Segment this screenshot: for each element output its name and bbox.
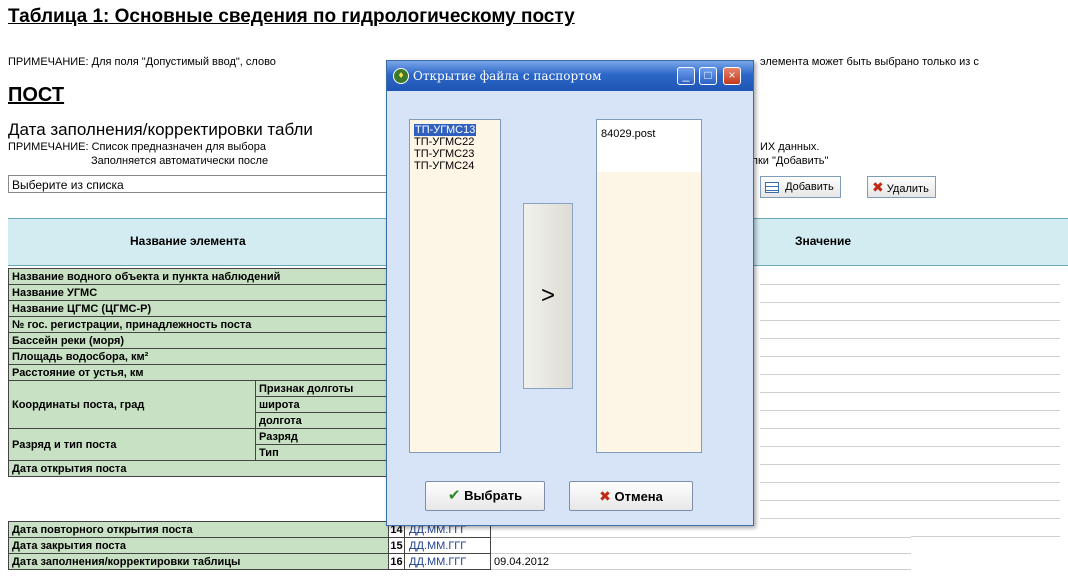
table-row: Площадь водосбора, км² [8, 348, 389, 365]
header-element-name: Название элемента [130, 234, 246, 248]
section-title: ПОСТ [8, 84, 65, 106]
note-2-left: ПРИМЕЧАНИЕ: Список предназначен для выбо… [8, 140, 268, 168]
value-cell[interactable]: 09.04.2012 [490, 553, 911, 570]
sub-label: Тип [255, 444, 389, 461]
table-row: Расстояние от устья, км [8, 364, 389, 381]
add-button-label: Добавить [785, 181, 834, 193]
table-row: Название УГМС [8, 284, 389, 301]
row-line [760, 302, 1060, 303]
note-2-line-1: ПРИМЕЧАНИЕ: Список предназначен для выбо… [8, 141, 266, 153]
row-line [760, 500, 1060, 501]
add-row-icon [765, 181, 779, 193]
add-button[interactable]: Добавить [760, 176, 841, 198]
row-line [760, 374, 1060, 375]
date-format-cell[interactable]: ДД.ММ.ГГГ [404, 553, 491, 570]
minimize-button[interactable]: _ [677, 67, 695, 85]
row-number: 15 [388, 537, 405, 554]
cancel-button-label: Отмена [614, 489, 663, 504]
list-item[interactable]: ТП-УГМС13 [414, 124, 477, 136]
delete-button[interactable]: ✖ Удалить [867, 176, 936, 198]
list-item[interactable]: ТП-УГМС23 [414, 148, 474, 160]
delete-x-icon: ✖ [872, 179, 884, 195]
row-line [760, 464, 1060, 465]
dialog-titlebar[interactable]: ♦ Открытие файла с паспортом _ □ × [387, 61, 753, 91]
table-row: Бассейн реки (моря) [8, 332, 389, 349]
row-line [760, 392, 1060, 393]
dialog-title: Открытие файла с паспортом [413, 69, 602, 83]
move-right-button[interactable]: > [523, 203, 573, 389]
row-label: Дата открытия поста [8, 460, 389, 477]
row-label: Название ЦГМС (ЦГМС-Р) [8, 300, 389, 317]
maximize-button[interactable]: □ [699, 67, 717, 85]
table-row: Название водного объекта и пункта наблюд… [8, 268, 389, 285]
file-list[interactable]: 84029.post [596, 119, 702, 453]
row-label: Название водного объекта и пункта наблюд… [8, 268, 389, 285]
row-line [760, 338, 1060, 339]
row-line [760, 356, 1060, 357]
row-label: Разряд и тип поста [8, 428, 256, 461]
table-row: Дата открытия поста [8, 460, 389, 477]
row-line [760, 284, 1060, 285]
app-icon: ♦ [393, 68, 409, 84]
element-select[interactable]: Выберите из списка [8, 175, 398, 193]
sub-label: широта [255, 396, 389, 413]
sub-label: Разряд [255, 428, 389, 445]
date-heading: Дата заполнения/корректировки табли [8, 120, 313, 139]
post-info-table: Название водного объекта и пункта наблюд… [8, 268, 389, 477]
select-button[interactable]: ✔ Выбрать [425, 481, 545, 511]
row-label: Дата заполнения/корректировки таблицы [8, 553, 389, 570]
open-passport-dialog: ♦ Открытие файла с паспортом _ □ × ТП-УГ… [386, 60, 754, 526]
close-button[interactable]: × [723, 67, 741, 85]
list-item[interactable]: 84029.post [601, 128, 655, 140]
note-1-left: ПРИМЕЧАНИЕ: Для поля "Допустимый ввод", … [8, 56, 276, 68]
list-item[interactable]: ТП-УГМС24 [414, 160, 474, 172]
table-row: Дата закрытия поста 15 ДД.ММ.ГГГ [8, 537, 911, 554]
list-item[interactable]: ТП-УГМС22 [414, 136, 474, 148]
row-line [760, 482, 1060, 483]
date-format-cell[interactable]: ДД.ММ.ГГГ [404, 537, 491, 554]
row-line [760, 320, 1060, 321]
row-label: Дата повторного открытия поста [8, 521, 389, 538]
row-number: 16 [388, 553, 405, 570]
row-label: Бассейн реки (моря) [8, 332, 389, 349]
cancel-button[interactable]: ✖ Отмена [569, 481, 693, 511]
table-row: Дата заполнения/корректировки таблицы 16… [8, 553, 911, 570]
row-label: Координаты поста, град [8, 380, 256, 429]
row-label: Площадь водосбора, км² [8, 348, 389, 365]
value-cell[interactable] [490, 537, 911, 554]
note-1-right: элемента может быть выбрано только из с [760, 56, 979, 68]
row-line [760, 428, 1060, 429]
row-label: Название УГМС [8, 284, 389, 301]
table-row: Название ЦГМС (ЦГМС-Р) [8, 300, 389, 317]
header-value: Значение [795, 234, 852, 248]
note-2-line-2: Заполняется автоматически после [91, 155, 269, 167]
table-row: Координаты поста, град Признак долготы [8, 380, 389, 429]
row-label: Расстояние от устья, км [8, 364, 389, 381]
spreadsheet-page: Таблица 1: Основные сведения по гидролог… [0, 0, 1068, 580]
source-list[interactable]: ТП-УГМС13 ТП-УГМС22 ТП-УГМС23 ТП-УГМС24 [409, 119, 501, 453]
table-row: Разряд и тип поста Разряд [8, 428, 389, 461]
sub-label: Признак долготы [255, 380, 389, 397]
row-line [760, 410, 1060, 411]
cross-icon: ✖ [599, 488, 611, 504]
checkmark-icon: ✔ [447, 487, 461, 504]
table-row: № гос. регистрации, принадлежность поста [8, 316, 389, 333]
select-button-label: Выбрать [464, 488, 523, 503]
row-label: № гос. регистрации, принадлежность поста [8, 316, 389, 333]
row-line [760, 518, 1060, 519]
row-line [760, 446, 1060, 447]
post-dates-table: Дата повторного открытия поста 14 ДД.ММ.… [8, 521, 911, 570]
row-label: Дата закрытия поста [8, 537, 389, 554]
delete-button-label: Удалить [886, 183, 929, 195]
sub-label: долгота [255, 412, 389, 429]
table-title: Таблица 1: Основные сведения по гидролог… [8, 6, 575, 27]
